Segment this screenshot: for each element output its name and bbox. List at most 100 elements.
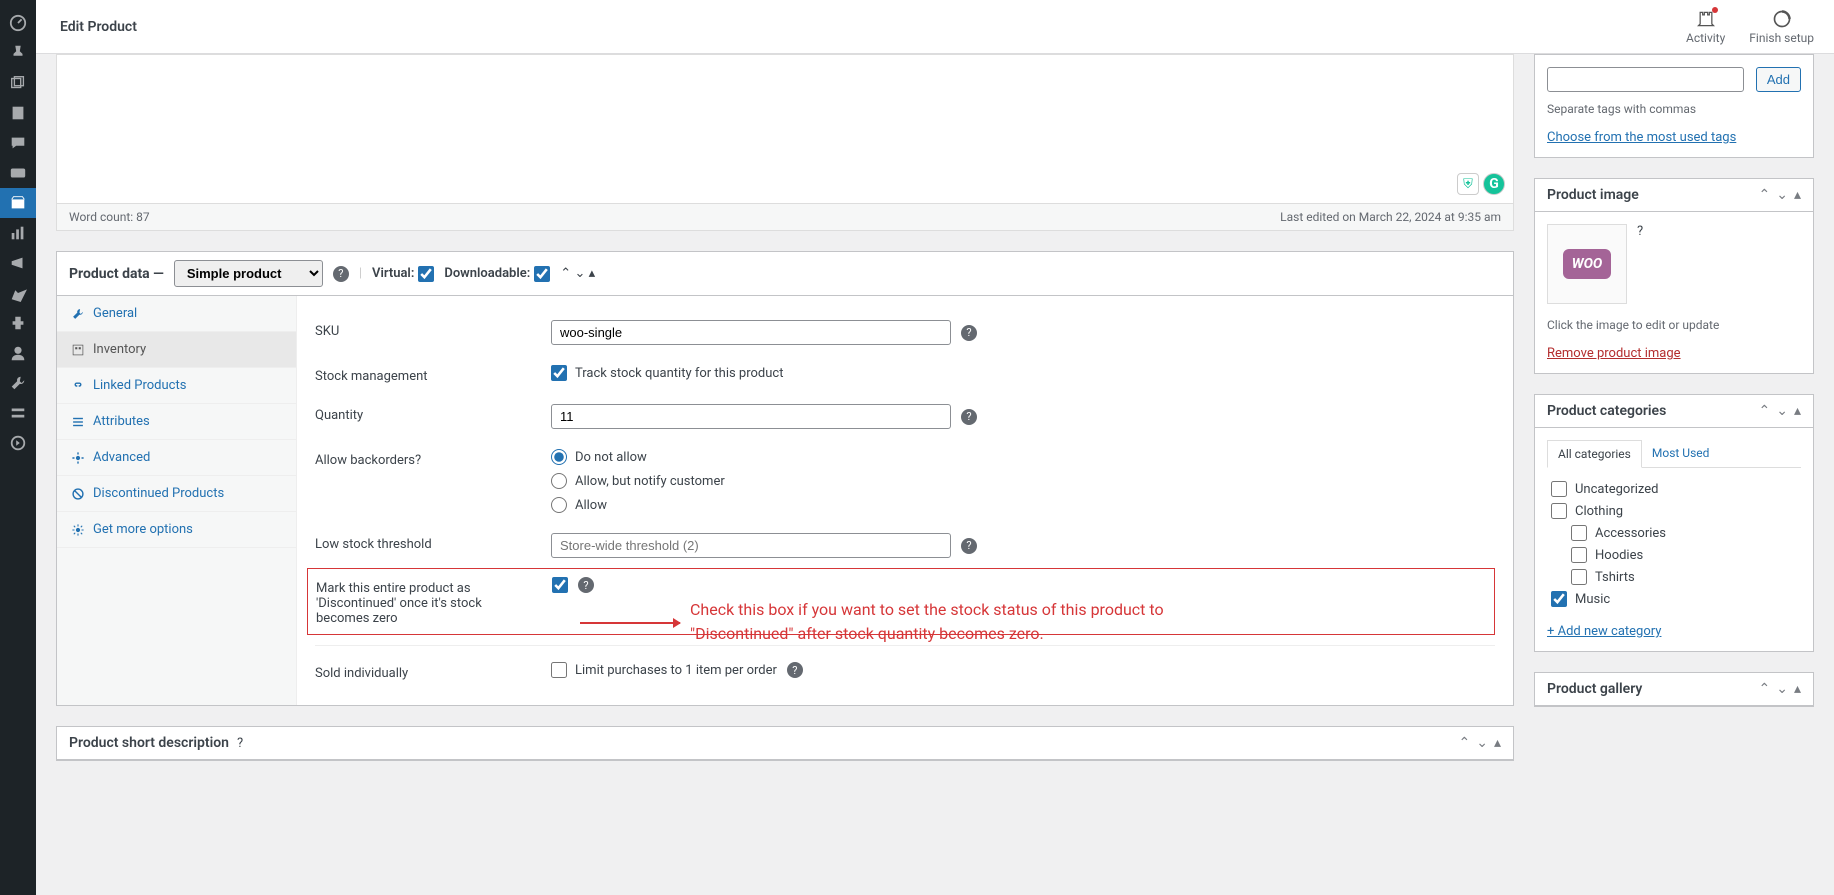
gallery-title: Product gallery: [1547, 681, 1642, 697]
cat-clothing[interactable]: Clothing: [1551, 500, 1801, 522]
cat-accessories[interactable]: Accessories: [1571, 522, 1801, 544]
tab-inventory[interactable]: Inventory: [57, 332, 296, 368]
move-up-icon[interactable]: ⌃: [560, 266, 571, 281]
toggle-panel-icon[interactable]: ▴: [1494, 735, 1501, 751]
finish-setup-button[interactable]: Finish setup: [1749, 9, 1814, 45]
product-categories-box: Product categories ⌃ ⌄ ▴ All categories Mo…: [1534, 394, 1814, 652]
product-data-title: Product data —: [69, 266, 164, 282]
help-icon[interactable]: ?: [578, 577, 594, 593]
add-new-category-link[interactable]: + Add new category: [1547, 624, 1661, 639]
remove-image-link[interactable]: Remove product image: [1547, 346, 1681, 361]
toggle-panel-icon[interactable]: ▴: [589, 266, 596, 281]
product-type-select[interactable]: Simple product: [174, 260, 323, 287]
grammarly-icon[interactable]: G: [1483, 173, 1505, 195]
cat-hoodies[interactable]: Hoodies: [1571, 544, 1801, 566]
move-down-icon[interactable]: ⌄: [574, 266, 585, 281]
sold-individually-label: Sold individually: [315, 662, 535, 681]
toggle-panel-icon[interactable]: ▴: [1794, 681, 1801, 697]
backorder-yes-radio[interactable]: Allow: [551, 497, 725, 513]
tab-advanced[interactable]: Advanced: [57, 440, 296, 476]
sku-label: SKU: [315, 320, 535, 339]
toggle-panel-icon[interactable]: ▴: [1794, 187, 1801, 203]
move-down-icon[interactable]: ⌄: [1476, 735, 1488, 751]
cat-tab-all[interactable]: All categories: [1547, 440, 1642, 468]
tab-discontinued[interactable]: Discontinued Products: [57, 476, 296, 512]
backorder-no-radio[interactable]: Do not allow: [551, 449, 725, 465]
last-edited: Last edited on March 22, 2024 at 9:35 am: [1280, 210, 1501, 224]
move-down-icon[interactable]: ⌄: [1776, 403, 1788, 419]
quantity-input[interactable]: [551, 404, 951, 429]
move-up-icon[interactable]: ⌃: [1459, 735, 1471, 751]
help-icon[interactable]: ?: [1637, 224, 1643, 239]
menu-media[interactable]: [0, 68, 36, 98]
help-icon[interactable]: ?: [961, 538, 977, 554]
backorder-notify-radio[interactable]: Allow, but notify customer: [551, 473, 725, 489]
grammarly-shield-icon[interactable]: ⛨: [1457, 173, 1479, 195]
menu-tools[interactable]: [0, 368, 36, 398]
cat-tshirts[interactable]: Tshirts: [1571, 566, 1801, 588]
product-image-box: Product image ⌃⌄▴ WOO ? Click the image …: [1534, 178, 1814, 374]
add-tag-button[interactable]: Add: [1756, 67, 1801, 92]
low-stock-input[interactable]: [551, 533, 951, 558]
menu-plugins[interactable]: [0, 308, 36, 338]
sku-input[interactable]: [551, 320, 951, 345]
move-up-icon[interactable]: ⌃: [1759, 403, 1771, 419]
menu-collapse[interactable]: [0, 428, 36, 458]
sold-individually-checkbox[interactable]: Limit purchases to 1 item per order: [551, 662, 777, 678]
move-up-icon[interactable]: ⌃: [1759, 187, 1771, 203]
image-box-title: Product image: [1547, 187, 1639, 203]
activity-button[interactable]: Activity: [1686, 9, 1725, 45]
menu-analytics[interactable]: [0, 218, 36, 248]
backorders-label: Allow backorders?: [315, 449, 535, 468]
word-count: Word count: 87: [69, 210, 150, 224]
tab-general[interactable]: General: [57, 296, 296, 332]
product-image-thumb[interactable]: WOO: [1547, 224, 1627, 304]
top-bar: Edit Product Activity Finish setup: [0, 0, 1834, 54]
move-down-icon[interactable]: ⌄: [1776, 681, 1788, 697]
help-icon[interactable]: ?: [237, 736, 243, 751]
help-icon[interactable]: ?: [787, 662, 803, 678]
help-icon[interactable]: ?: [961, 325, 977, 341]
cat-music[interactable]: Music: [1551, 588, 1801, 610]
move-up-icon[interactable]: ⌃: [1759, 681, 1771, 697]
cat-uncategorized[interactable]: Uncategorized: [1551, 478, 1801, 500]
track-stock-checkbox[interactable]: Track stock quantity for this product: [551, 365, 783, 381]
discontinued-checkbox[interactable]: [552, 577, 568, 593]
annotation-arrow: [580, 622, 680, 624]
toggle-panel-icon[interactable]: ▴: [1794, 403, 1801, 419]
tab-attributes[interactable]: Attributes: [57, 404, 296, 440]
tab-linked-products[interactable]: Linked Products: [57, 368, 296, 404]
move-down-icon[interactable]: ⌄: [1776, 187, 1788, 203]
stock-mgmt-label: Stock management: [315, 365, 535, 384]
help-icon[interactable]: ?: [333, 266, 349, 282]
menu-products[interactable]: [0, 188, 36, 218]
menu-pin[interactable]: [0, 38, 36, 68]
menu-pages[interactable]: [0, 98, 36, 128]
menu-appearance[interactable]: [0, 278, 36, 308]
low-stock-label: Low stock threshold: [315, 533, 535, 552]
menu-dashboard[interactable]: [0, 8, 36, 38]
short-desc-title: Product short description: [69, 735, 229, 751]
cat-tab-most-used[interactable]: Most Used: [1642, 440, 1720, 467]
categories-title: Product categories: [1547, 403, 1666, 419]
quantity-label: Quantity: [315, 404, 535, 423]
page-title: Edit Product: [60, 19, 137, 35]
editor-footer: Word count: 87 Last edited on March 22, …: [56, 204, 1514, 231]
admin-sidebar: [0, 0, 36, 895]
menu-marketing[interactable]: [0, 248, 36, 278]
tags-hint: Separate tags with commas: [1547, 102, 1801, 116]
choose-tags-link[interactable]: Choose from the most used tags: [1547, 130, 1736, 145]
short-description-box: Product short description ? ⌃ ⌄ ▴: [56, 726, 1514, 761]
menu-woocommerce[interactable]: [0, 158, 36, 188]
tags-box: Add Separate tags with commas Choose fro…: [1534, 54, 1814, 158]
tab-get-more[interactable]: Get more options: [57, 512, 296, 548]
virtual-toggle[interactable]: Virtual:: [372, 266, 434, 282]
menu-users[interactable]: [0, 338, 36, 368]
help-icon[interactable]: ?: [961, 409, 977, 425]
downloadable-toggle[interactable]: Downloadable:: [444, 266, 550, 282]
annotation-text: Check this box if you want to set the st…: [690, 598, 1250, 646]
tag-input[interactable]: [1547, 67, 1744, 92]
content-editor[interactable]: ⛨ G: [56, 54, 1514, 204]
menu-comments[interactable]: [0, 128, 36, 158]
menu-settings[interactable]: [0, 398, 36, 428]
